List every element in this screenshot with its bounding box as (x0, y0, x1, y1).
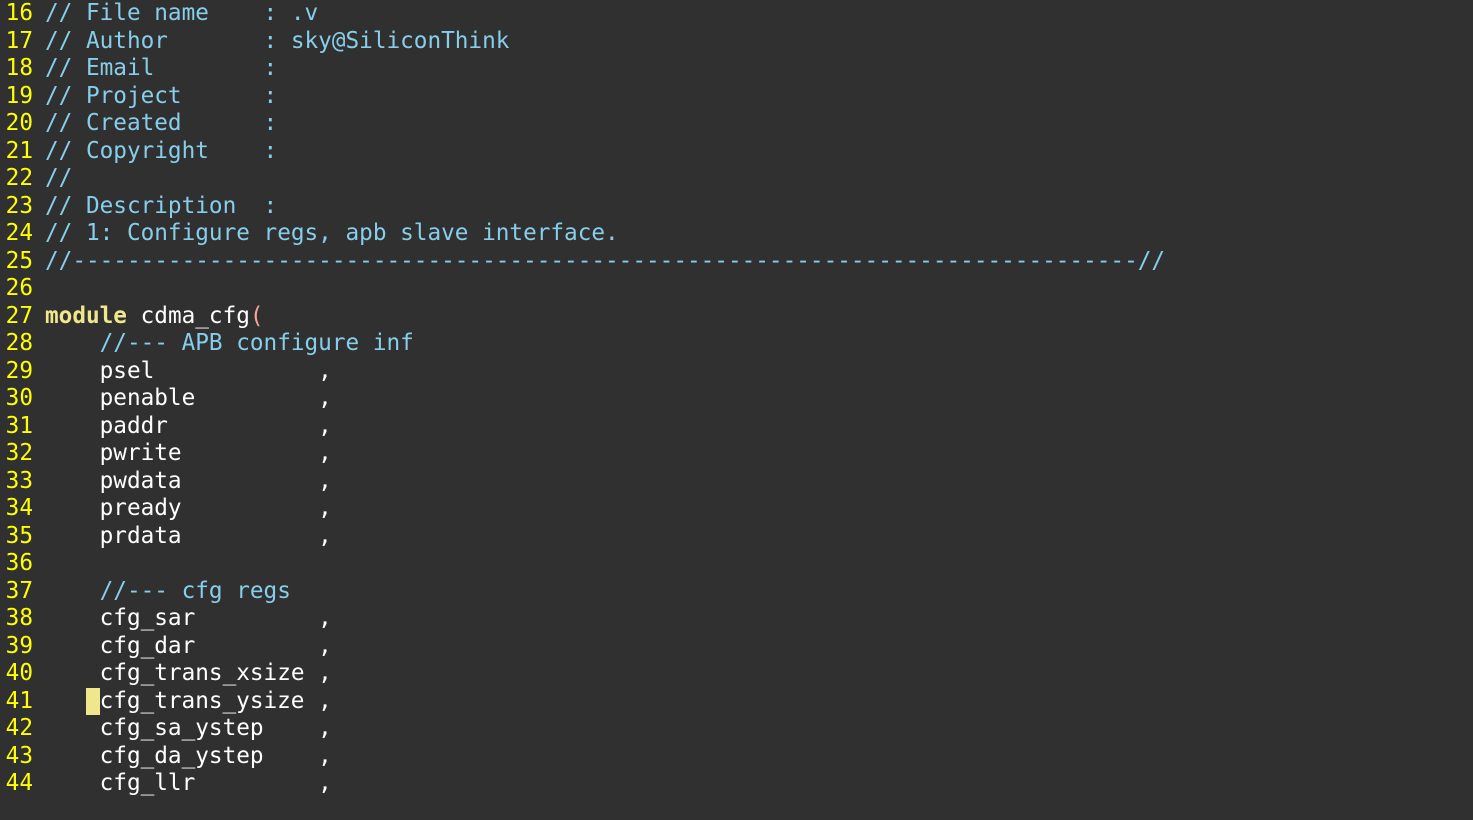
code-line-23: 23 // Description : (0, 193, 1473, 221)
code-line-43: 43 cfg_da_ystep , (0, 743, 1473, 771)
comment-text: //--- cfg regs (45, 577, 291, 604)
port-code: penable , (45, 385, 332, 411)
code-line-29: 29 psel , (0, 358, 1473, 386)
line-number: 20 (5, 110, 33, 136)
port-code: paddr , (45, 412, 332, 439)
line-number: 33 (5, 467, 33, 494)
line-number: 36 (5, 550, 33, 576)
line-number: 17 (5, 27, 33, 54)
code-line-35: 35 prdata , (0, 523, 1473, 551)
code-line-41: 41 cfg_trans_ysize , (0, 687, 1473, 715)
line-number: 39 (5, 632, 33, 659)
code-line-34: 34 pready , (0, 495, 1473, 523)
line-number: 38 (5, 605, 33, 631)
line-number: 35 (5, 522, 33, 549)
comment-text: // File name : .v (45, 0, 319, 26)
code-line-28: 28 //--- APB configure inf (0, 330, 1473, 358)
comment-text: // Description : (45, 192, 278, 219)
line-number: 40 (5, 660, 33, 686)
line-number: 37 (5, 577, 33, 604)
port-code: cfg_trans_ysize , (99, 687, 332, 714)
comment-divider: //--------------------------------------… (45, 247, 1166, 274)
line-number: 24 (5, 220, 33, 246)
port-code: pready , (45, 495, 332, 521)
port-code: cfg_da_ystep , (45, 742, 332, 769)
code-line-44: 44 cfg_llr , (0, 770, 1473, 798)
comment-text: // 1: Configure regs, apb slave interfac… (45, 220, 619, 246)
line-number: 23 (5, 192, 33, 219)
port-code: pwrite , (45, 440, 332, 466)
comment-text: // Copyright : (45, 137, 278, 164)
line-number: 27 (5, 302, 33, 329)
line-number: 19 (5, 82, 33, 109)
open-paren: ( (249, 302, 264, 329)
line-number: 25 (5, 247, 33, 274)
comment-text: // Email : (45, 55, 278, 81)
keyword-module: module (45, 302, 127, 329)
line-number: 26 (5, 275, 33, 301)
port-code: cfg_sar , (45, 605, 332, 631)
comment-text: // Project : (45, 82, 278, 109)
code-line-24: 24 // 1: Configure regs, apb slave interf… (0, 220, 1473, 248)
code-line-38: 38 cfg_sar , (0, 605, 1473, 633)
code-line-32: 32 pwrite , (0, 440, 1473, 468)
port-code: cfg_llr , (45, 770, 332, 796)
line-number: 31 (5, 412, 33, 439)
code-line-25: 25 //------------------------------------… (0, 248, 1473, 276)
port-code: pwdata , (45, 467, 332, 494)
code-line-20: 20 // Created : (0, 110, 1473, 138)
code-line-31: 31 paddr , (0, 413, 1473, 441)
comment-text: // Author : sky@SiliconThink (45, 27, 510, 54)
comment-text: //--- APB configure inf (45, 330, 414, 356)
comment-text: // (45, 165, 73, 191)
comment-text: // Created : (45, 110, 278, 136)
line-number: 28 (5, 330, 33, 356)
code-line-33: 33 pwdata , (0, 468, 1473, 496)
code-line-16: 16 // File name : .v (0, 0, 1473, 28)
port-code: psel , (45, 357, 332, 384)
port-code: cfg_trans_xsize , (45, 660, 332, 686)
text-cursor (85, 687, 100, 715)
line-number: 30 (5, 385, 33, 411)
module-name: cdma_cfg (126, 302, 250, 329)
code-editor[interactable]: 16 // File name : .v 17 // Author : sky@Si… (0, 0, 1473, 820)
code-line-42: 42 cfg_sa_ystep , (0, 715, 1473, 743)
code-line-17: 17 // Author : sky@SiliconThink (0, 28, 1473, 56)
code-line-19: 19 // Project : (0, 83, 1473, 111)
line-number: 41 (5, 687, 33, 714)
line-number: 44 (5, 770, 33, 796)
code-line-37: 37 //--- cfg regs (0, 578, 1473, 606)
line-number: 32 (5, 440, 33, 466)
line-number: 21 (5, 137, 33, 164)
port-code: cfg_dar , (45, 632, 332, 659)
code-line-36: 36 (0, 550, 1473, 578)
line-number: 42 (5, 715, 33, 741)
code-line-21: 21 // Copyright : (0, 138, 1473, 166)
line-number: 22 (5, 165, 33, 191)
line-number: 34 (5, 495, 33, 521)
code-line-39: 39 cfg_dar , (0, 633, 1473, 661)
port-code: prdata , (45, 522, 332, 549)
line-number: 43 (5, 742, 33, 769)
line-number: 18 (5, 55, 33, 81)
code-line-22: 22 // (0, 165, 1473, 193)
code-line-26: 26 (0, 275, 1473, 303)
line-number: 16 (5, 0, 33, 26)
code-line-30: 30 penable , (0, 385, 1473, 413)
line-number: 29 (5, 357, 33, 384)
code-line-18: 18 // Email : (0, 55, 1473, 83)
code-line-27: 27 module cdma_cfg( (0, 303, 1473, 331)
port-code: cfg_sa_ystep , (45, 715, 332, 741)
code-line-40: 40 cfg_trans_xsize , (0, 660, 1473, 688)
